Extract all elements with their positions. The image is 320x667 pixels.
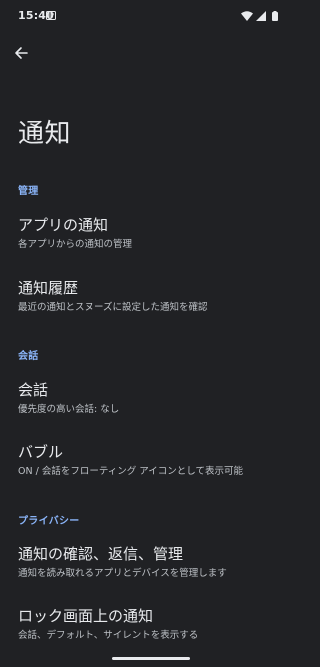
item-title: バブル [18, 443, 64, 461]
status-icons [241, 11, 278, 21]
gesture-nav-handle[interactable] [112, 657, 190, 660]
arrow-back-icon [15, 47, 28, 59]
section-header-manage: 管理 [18, 186, 39, 197]
item-title: 通知履歴 [18, 279, 79, 297]
conversations-item[interactable]: 会話 優先度の高い会話: なし [0, 381, 300, 416]
item-title: 会話 [18, 381, 49, 399]
item-subtitle: 通知を読み取れるアプリとデバイスを管理します [18, 568, 227, 579]
item-subtitle: ON / 会話をフローティング アイコンとして表示可能 [18, 466, 244, 477]
page-title: 通知 [18, 119, 72, 149]
battery-icon [272, 12, 278, 21]
back-button[interactable] [8, 40, 34, 66]
item-title: 通知の確認、返信、管理 [18, 545, 184, 563]
wifi-icon [241, 11, 253, 21]
item-title: ロック画面上の通知 [18, 607, 154, 625]
app-notifications-item[interactable]: アプリの通知 各アプリからの通知の管理 [0, 216, 300, 251]
notification-icon [46, 11, 56, 20]
section-header-conversation: 会話 [18, 351, 39, 362]
item-subtitle: 最近の通知とスヌーズに設定した通知を確認 [18, 302, 208, 313]
status-bar: 15:40 [0, 0, 300, 34]
bubbles-item[interactable]: バブル ON / 会話をフローティング アイコンとして表示可能 [0, 443, 300, 478]
item-subtitle: 優先度の高い会話: なし [18, 404, 120, 415]
section-header-privacy: プライバシー [18, 516, 80, 527]
lock-screen-item[interactable]: ロック画面上の通知 会話、デフォルト、サイレントを表示する [0, 607, 300, 642]
item-title: アプリの通知 [18, 216, 109, 234]
item-subtitle: 会話、デフォルト、サイレントを表示する [18, 630, 199, 641]
signal-icon [256, 11, 266, 21]
item-subtitle: 各アプリからの通知の管理 [18, 239, 133, 250]
notification-access-item[interactable]: 通知の確認、返信、管理 通知を読み取れるアプリとデバイスを管理します [0, 545, 300, 580]
notification-history-item[interactable]: 通知履歴 最近の通知とスヌーズに設定した通知を確認 [0, 279, 300, 314]
